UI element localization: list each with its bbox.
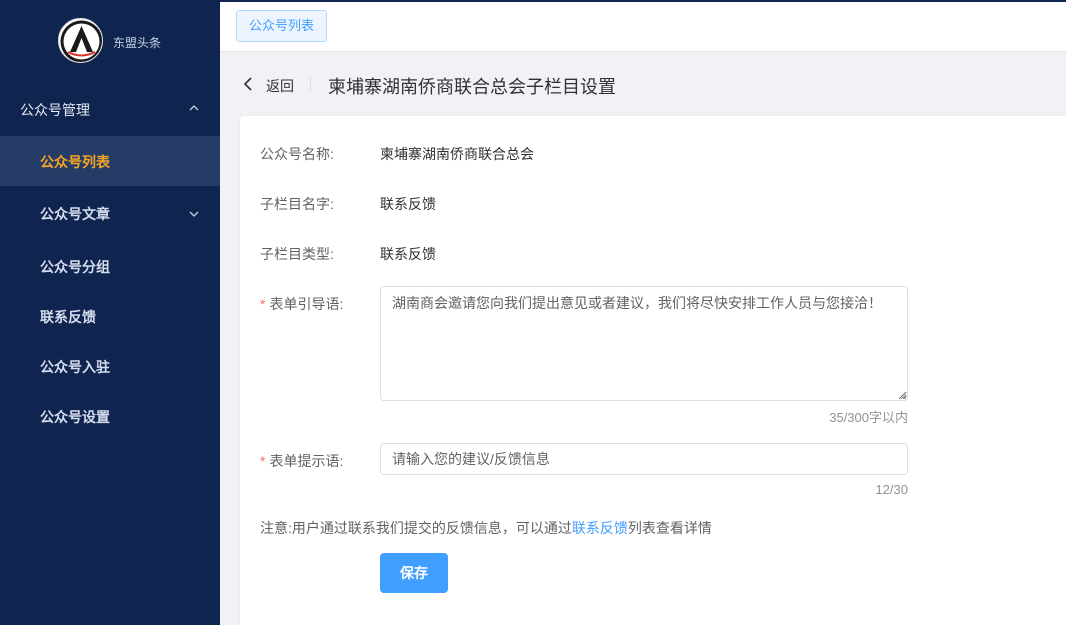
guide-label: * 表单引导语: <box>260 294 343 314</box>
tab-bar: 公众号列表 <box>220 0 1066 52</box>
sidebar: 东盟头条 公众号管理 公众号列表 公众号文章 公众号分组 联系反馈 公众号入驻 … <box>0 0 220 625</box>
brand-name: 东盟头条 <box>113 36 162 50</box>
resize-grip-icon[interactable] <box>900 393 907 400</box>
form-card: 公众号名称: 柬埔寨湖南侨商联合总会 子栏目名字: 联系反馈 子栏目类型: 联系… <box>240 116 1066 625</box>
sidebar-item-label: 公众号列表 <box>40 154 110 170</box>
tab-account-list[interactable]: 公众号列表 <box>236 10 328 42</box>
chevron-left-icon[interactable] <box>242 77 254 91</box>
sidebar-item-label: 公众号分组 <box>40 259 110 275</box>
guide-textarea[interactable]: 湖南商会邀请您向我们提出意见或者建议，我们将尽快安排工作人员与您接洽！ <box>380 286 908 401</box>
menu-group-account-management[interactable]: 公众号管理 <box>0 84 220 132</box>
hint-label-text: 表单提示语: <box>269 453 344 469</box>
back-button[interactable]: 返回 <box>266 76 294 96</box>
hint-label: * 表单提示语: <box>260 451 343 471</box>
chevron-up-icon <box>189 105 199 111</box>
subcolumn-type-label: 子栏目类型: <box>260 246 334 262</box>
sidebar-item-account-articles[interactable]: 公众号文章 <box>0 188 220 238</box>
header-divider <box>310 76 311 92</box>
required-mark: * <box>260 453 266 469</box>
hint-counter: 12/30 <box>875 482 908 497</box>
sidebar-item-account-settings[interactable]: 公众号设置 <box>0 391 220 441</box>
account-name-label: 公众号名称: <box>260 146 334 162</box>
subcolumn-name-value: 联系反馈 <box>380 196 436 212</box>
subcolumn-name-label: 子栏目名字: <box>260 196 334 212</box>
brand: 东盟头条 <box>0 0 220 84</box>
sidebar-item-label: 联系反馈 <box>40 309 96 325</box>
note-prefix: 注意:用户通过联系我们提交的反馈信息，可以通过 <box>260 520 572 536</box>
sidebar-item-label: 公众号设置 <box>40 409 110 425</box>
brand-logo <box>58 18 103 63</box>
note-suffix: 列表查看详情 <box>627 520 712 536</box>
chevron-down-icon <box>189 211 199 217</box>
page-title: 柬埔寨湖南侨商联合总会子栏目设置 <box>328 77 616 97</box>
feedback-link[interactable]: 联系反馈 <box>572 520 628 536</box>
menu-group-label: 公众号管理 <box>20 102 90 118</box>
guide-counter: 35/300字以内 <box>829 410 908 425</box>
sidebar-item-feedback[interactable]: 联系反馈 <box>0 291 220 341</box>
guide-label-text: 表单引导语: <box>269 296 344 312</box>
sidebar-item-account-onboarding[interactable]: 公众号入驻 <box>0 341 220 391</box>
sidebar-item-account-list[interactable]: 公众号列表 <box>0 136 220 186</box>
sidebar-item-label: 公众号文章 <box>40 206 110 222</box>
sidebar-item-label: 公众号入驻 <box>40 359 110 375</box>
account-name-value: 柬埔寨湖南侨商联合总会 <box>380 146 534 162</box>
required-mark: * <box>260 296 266 312</box>
page-header: 返回 柬埔寨湖南侨商联合总会子栏目设置 <box>220 52 1066 116</box>
save-button[interactable]: 保存 <box>380 553 448 593</box>
note-text: 注意:用户通过联系我们提交的反馈信息，可以通过联系反馈列表查看详情 <box>260 518 712 538</box>
subcolumn-type-value: 联系反馈 <box>380 246 436 262</box>
hint-input[interactable] <box>380 443 908 475</box>
sidebar-item-account-groups[interactable]: 公众号分组 <box>0 241 220 291</box>
